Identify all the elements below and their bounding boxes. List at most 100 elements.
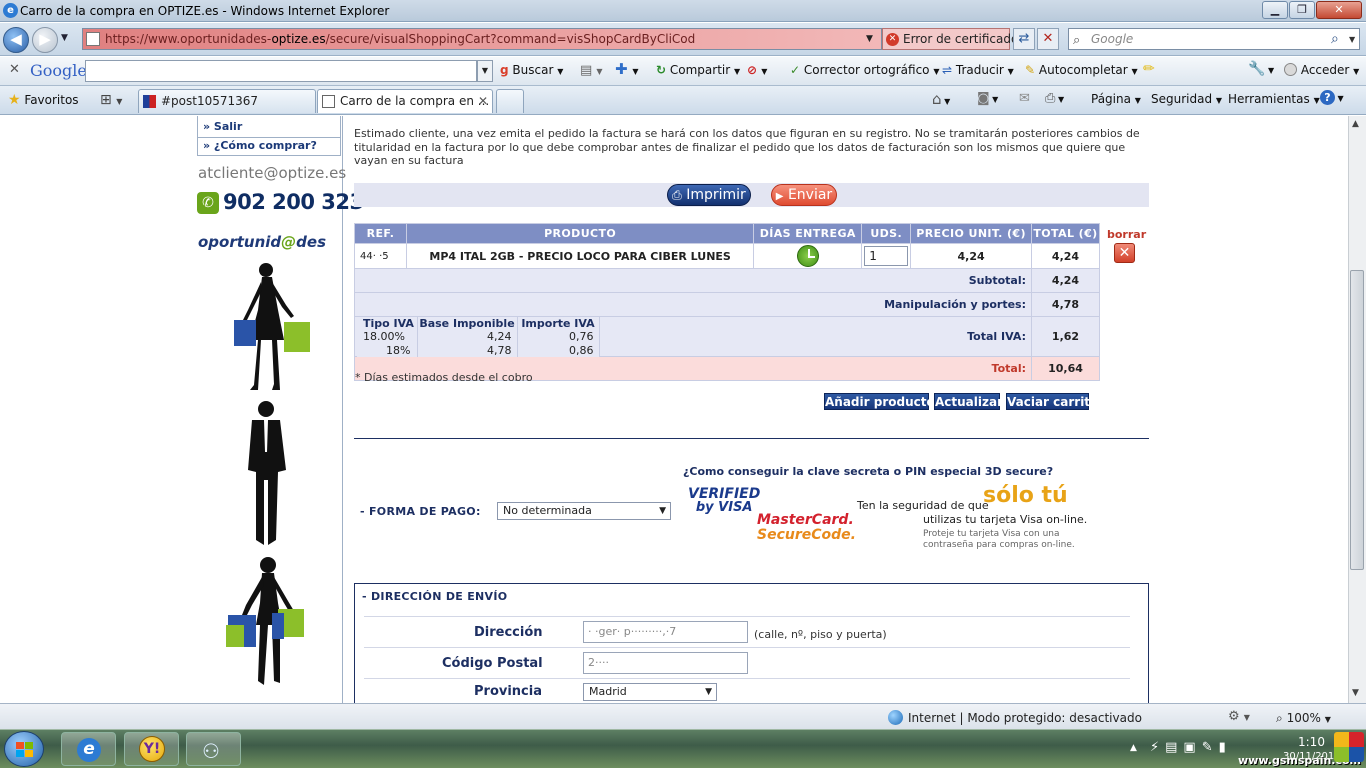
- salir-link[interactable]: » Salir: [203, 120, 242, 133]
- url-dropdown-icon[interactable]: ▼: [866, 34, 873, 44]
- chevron-down-icon: ▼: [705, 687, 712, 697]
- vaciar-carrito-button[interactable]: Vaciar carrito: [1006, 393, 1098, 410]
- close-tab-icon[interactable]: ✕: [478, 90, 488, 112]
- action-bar: [354, 183, 1149, 207]
- close-toolbar-icon[interactable]: ✕: [9, 62, 20, 77]
- traducir-button[interactable]: ⇌ Traducir ▼: [942, 63, 1014, 77]
- address-bar: ◀ ▶ ▼ https://www.oportunidades-optize.e…: [0, 23, 1366, 56]
- taskbar-yahoo-button[interactable]: Y!: [124, 732, 179, 766]
- add-icon[interactable]: ✚ ▼: [615, 60, 639, 78]
- chevron-down-icon: ▼: [933, 67, 940, 76]
- google-g-icon: g: [500, 63, 509, 77]
- search-placeholder: Google: [1091, 32, 1134, 46]
- quantity-input[interactable]: 1: [864, 246, 909, 266]
- delete-item-icon[interactable]: ✕: [1114, 243, 1135, 263]
- pagina-menu[interactable]: Página ▼: [1091, 92, 1141, 106]
- new-tab-button[interactable]: [496, 89, 524, 113]
- acceder-button[interactable]: Acceder ▼: [1284, 63, 1359, 77]
- anadir-productos-button[interactable]: Añadir productos: [824, 393, 942, 410]
- verified-by-visa-logo: VERIFIED by VISA: [688, 487, 760, 514]
- rss-icon[interactable]: ◙ ▼: [977, 91, 998, 106]
- google-search-dropdown-icon[interactable]: ▼: [477, 60, 493, 82]
- support-email[interactable]: atcliente@optize.es: [198, 164, 346, 182]
- seguridad-menu[interactable]: Seguridad ▼: [1151, 92, 1222, 106]
- imprimir-label: Imprimir: [686, 187, 746, 203]
- herramientas-label: Herramientas: [1228, 92, 1310, 106]
- mail-icon[interactable]: ✉: [1019, 91, 1030, 106]
- wrench-icon[interactable]: 🔧 ▼: [1248, 61, 1274, 77]
- direccion-label: Dirección: [474, 625, 543, 640]
- stop-icon[interactable]: ✕: [1037, 28, 1059, 50]
- certificate-error[interactable]: ✕ Error de certificado: [882, 28, 1018, 50]
- como-comprar-link[interactable]: » ¿Cómo comprar?: [203, 139, 317, 152]
- codigo-postal-input[interactable]: 2····: [583, 652, 748, 674]
- enviar-label: Enviar: [787, 187, 833, 203]
- chevron-down-icon: ▼: [1353, 67, 1360, 76]
- google-search-input[interactable]: [85, 60, 477, 82]
- favoritos-button[interactable]: ★ Favoritos: [8, 92, 79, 108]
- scroll-down-icon[interactable]: ▼: [1352, 688, 1359, 698]
- printer-icon: ⎙: [672, 188, 682, 202]
- herramientas-menu[interactable]: Herramientas ▼: [1228, 92, 1320, 106]
- home-icon[interactable]: ⌂ ▼: [932, 90, 950, 108]
- zone-status[interactable]: Internet | Modo protegido: desactivado: [908, 711, 1142, 725]
- close-button[interactable]: ✕: [1316, 1, 1362, 19]
- forward-button[interactable]: ▶: [32, 27, 58, 53]
- highlighter-icon[interactable]: ✏: [1143, 61, 1155, 77]
- scrollbar-thumb[interactable]: [1350, 270, 1364, 570]
- brand-at: @: [281, 233, 297, 251]
- cert-error-icon: ✕: [886, 33, 899, 46]
- bookmarks-icon[interactable]: ▤ ▼: [580, 63, 603, 78]
- search-icon[interactable]: ⌕: [1331, 29, 1339, 49]
- taskbar-network-button[interactable]: ⚇: [186, 732, 241, 766]
- refresh-icon[interactable]: ⇄: [1013, 28, 1035, 50]
- minimize-button[interactable]: ▁: [1262, 1, 1288, 19]
- popup-blocker-icon[interactable]: ⊘ ▼: [747, 63, 767, 77]
- enviar-button[interactable]: ▶ Enviar: [771, 184, 837, 206]
- item-producto[interactable]: MP4 ITAL 2GB - PRECIO LOCO PARA CIBER LU…: [405, 243, 755, 269]
- provincia-label: Provincia: [474, 684, 542, 699]
- window-title: Carro de la compra en OPTIZE.es - Window…: [20, 4, 390, 18]
- start-button[interactable]: [4, 731, 44, 767]
- url-field[interactable]: https://www.oportunidades-optize.es/secu…: [82, 28, 882, 50]
- tab-post[interactable]: #post10571367: [138, 89, 316, 113]
- tab-cart[interactable]: Carro de la compra en ... ✕: [317, 89, 493, 113]
- iva-table: Tipo IVA Base Imponible Importe IVA 18.0…: [357, 317, 600, 357]
- search-input[interactable]: ⌕ Google ⌕ ▼: [1068, 28, 1360, 50]
- zoom-control[interactable]: ⌕ 100% ▼: [1276, 711, 1331, 726]
- clock-time[interactable]: 1:10: [1298, 735, 1325, 749]
- item-precio: 4,24: [910, 243, 1032, 269]
- maximize-button[interactable]: ❐: [1289, 1, 1315, 19]
- direccion-input[interactable]: · ·ger· p·········,·7: [583, 621, 748, 643]
- forma-pago-select[interactable]: No determinada ▼: [497, 502, 671, 520]
- print-icon[interactable]: ⎙ ▼: [1045, 91, 1064, 106]
- scroll-up-icon[interactable]: ▲: [1352, 119, 1359, 129]
- seguridad-label: Seguridad: [1151, 92, 1213, 106]
- favoritos-label: Favoritos: [24, 93, 79, 107]
- provincia-select[interactable]: Madrid ▼: [583, 683, 717, 701]
- help-icon[interactable]: ? ▼: [1320, 90, 1344, 105]
- autocompletar-button[interactable]: ✎ Autocompletar ▼: [1025, 63, 1138, 77]
- brand-part: des: [296, 233, 326, 251]
- zoom-icon: ⌕: [1276, 711, 1283, 725]
- acceder-label: Acceder: [1300, 63, 1350, 77]
- search-dropdown-icon[interactable]: ▼: [1349, 30, 1355, 50]
- taskbar-ie-button[interactable]: e: [61, 732, 116, 766]
- chevron-down-icon: ▼: [557, 67, 564, 76]
- chevron-down-icon: ▼: [1007, 67, 1014, 76]
- corrector-button[interactable]: ✓ Corrector ortográfico ▼: [790, 63, 940, 77]
- show-hidden-icons[interactable]: ▲: [1130, 743, 1137, 753]
- imprimir-button[interactable]: ⎙ Imprimir: [667, 184, 751, 206]
- back-button[interactable]: ◀: [3, 27, 29, 53]
- history-dropdown-icon[interactable]: ▼: [61, 33, 68, 43]
- quick-tabs-icon[interactable]: ⊞ ▼: [100, 92, 122, 108]
- iva-r1-tipo: 18.00%: [357, 330, 418, 344]
- protected-mode-icon[interactable]: ⚙ ▼: [1228, 709, 1250, 724]
- compartir-button[interactable]: ↻ Compartir ▼: [656, 63, 740, 77]
- iva-r1-base: 4,24: [417, 330, 518, 344]
- 3d-secure-link[interactable]: ¿Como conseguir la clave secreta o PIN e…: [683, 465, 1053, 478]
- users-icon: ⚇: [202, 739, 220, 763]
- mastercard-logo-line: SecureCode.: [757, 527, 856, 543]
- actualizar-button[interactable]: Actualizar: [934, 393, 1003, 410]
- buscar-button[interactable]: g Buscar ▼: [500, 63, 563, 77]
